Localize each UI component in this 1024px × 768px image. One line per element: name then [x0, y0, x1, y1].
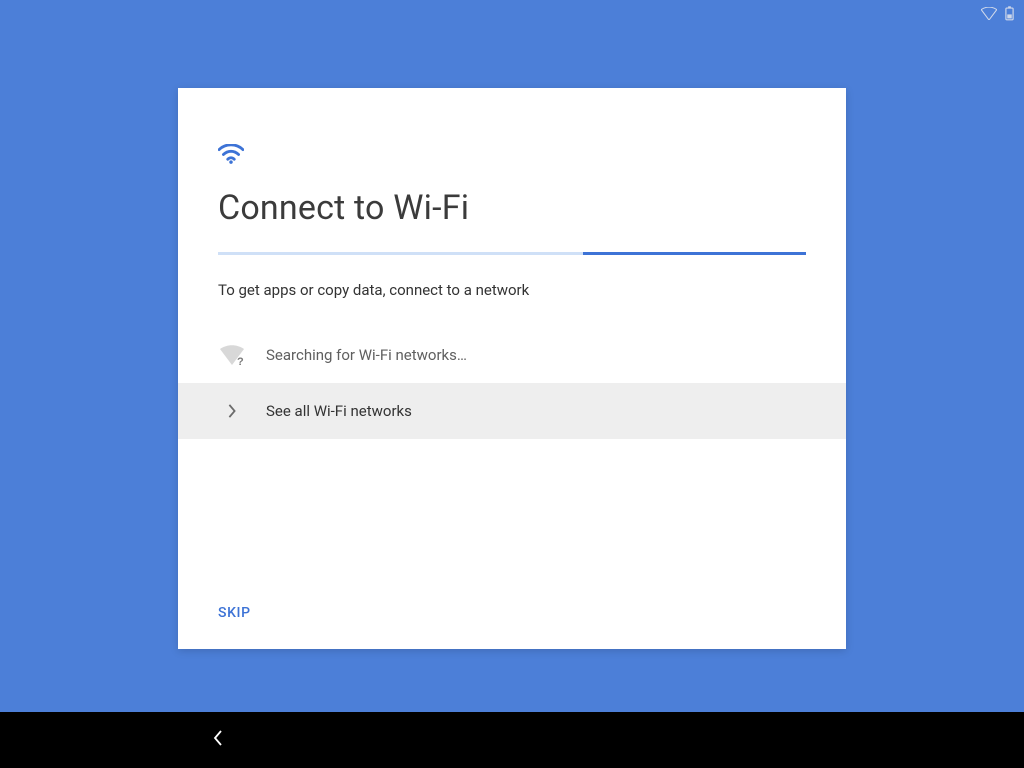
battery-outline-icon	[1005, 6, 1014, 21]
page-subtitle: To get apps or copy data, connect to a n…	[218, 281, 806, 299]
svg-text:?: ?	[237, 356, 244, 365]
progress-fill	[583, 252, 806, 255]
chevron-right-icon	[218, 404, 246, 418]
wifi-icon	[218, 144, 806, 168]
skip-button[interactable]: SKIP	[218, 605, 251, 621]
progress-bar	[218, 252, 806, 255]
see-all-networks-row[interactable]: See all Wi-Fi networks	[178, 383, 846, 439]
setup-card: Connect to Wi-Fi To get apps or copy dat…	[178, 88, 846, 649]
wifi-unknown-icon: ?	[218, 345, 246, 365]
status-bar	[981, 6, 1014, 21]
page-title: Connect to Wi-Fi	[218, 188, 806, 228]
wifi-outline-icon	[981, 7, 997, 20]
searching-row: ? Searching for Wi-Fi networks…	[178, 327, 846, 383]
searching-label: Searching for Wi-Fi networks…	[266, 346, 467, 364]
nav-back-button[interactable]	[206, 728, 230, 752]
see-all-label: See all Wi-Fi networks	[266, 402, 412, 420]
wifi-list: ? Searching for Wi-Fi networks… See all …	[178, 327, 846, 439]
chevron-left-icon	[212, 730, 224, 750]
system-navbar	[0, 712, 1024, 768]
